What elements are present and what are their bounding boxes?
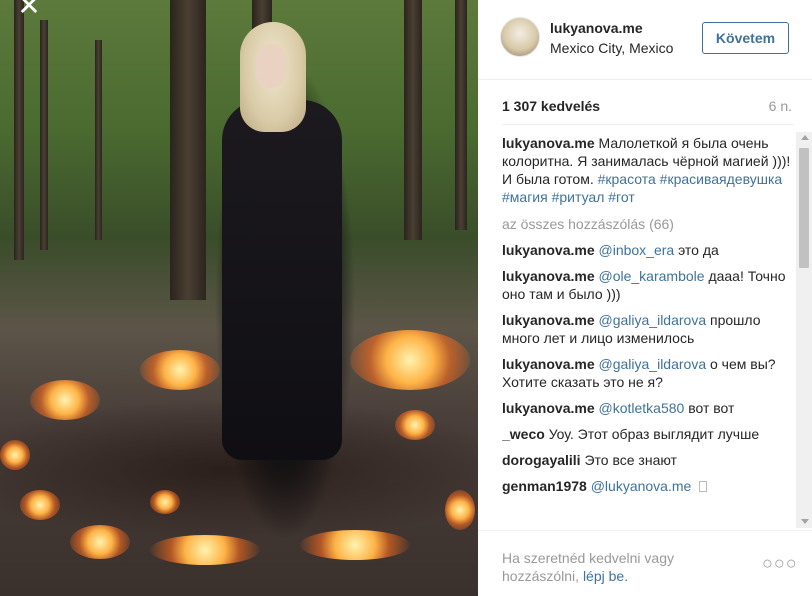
fire-glow <box>150 535 260 565</box>
likes-row: 1 307 kedvelés 6 n. <box>502 98 792 118</box>
comment-username[interactable]: lukyanova.me <box>502 356 595 372</box>
fire-glow <box>70 525 130 559</box>
post-footer: Ha szeretnéd kedvelni vagy hozzászólni, … <box>478 530 812 596</box>
tree-trunk <box>14 0 24 260</box>
comment-text: это да <box>678 242 719 258</box>
author-username[interactable]: lukyanova.me <box>550 20 643 36</box>
comment-username[interactable]: genman1978 <box>502 478 587 494</box>
caption: lukyanova.me Малолеткой я была очень кол… <box>502 134 792 206</box>
comment-mention[interactable]: @galiya_ildarova <box>599 312 707 328</box>
comment: lukyanova.me @kotletka580 вот вот <box>502 399 792 417</box>
comment-username[interactable]: dorogayalili <box>502 452 581 468</box>
comment-text: Это все знают <box>584 452 677 468</box>
post-header: lukyanova.me Mexico City, Mexico Követem <box>478 0 812 80</box>
comment: lukyanova.me @inbox_era это да <box>502 241 792 259</box>
comments-list: lukyanova.me Малолеткой я была очень кол… <box>502 134 792 528</box>
hashtag[interactable]: #магия <box>502 189 548 205</box>
tree-trunk <box>404 0 422 240</box>
comment-username[interactable]: _weco <box>502 426 545 442</box>
figure-dress <box>222 100 342 460</box>
follow-button[interactable]: Követem <box>702 22 789 54</box>
comment-text: Уоу. Этот образ выглядит лучше <box>548 426 760 442</box>
fire-glow <box>140 350 220 390</box>
fire-glow <box>150 490 180 514</box>
comment-username[interactable]: lukyanova.me <box>502 400 595 416</box>
all-comments-link[interactable]: az összes hozzászólás (66) <box>502 215 792 233</box>
comment: lukyanova.me @galiya_ildarova о чем вы? … <box>502 355 792 391</box>
hashtag[interactable]: #гот <box>608 189 634 205</box>
comment-mention[interactable]: @ole_karambole <box>599 268 705 284</box>
comment-text: вот вот <box>688 400 735 416</box>
figure-face <box>255 44 287 88</box>
avatar[interactable] <box>500 17 540 57</box>
post-time[interactable]: 6 n. <box>769 98 792 114</box>
close-icon[interactable]: ✕ <box>14 0 44 20</box>
post-photo[interactable]: ✕ <box>0 0 478 596</box>
comment: dorogayalili Это все знают <box>502 451 792 469</box>
comment: lukyanova.me @galiya_ildarova прошло мно… <box>502 311 792 347</box>
likes-count[interactable]: 1 307 kedvelés <box>502 98 600 114</box>
tree-trunk <box>455 0 467 230</box>
scroll-down-arrow-icon[interactable] <box>801 519 809 524</box>
tree-trunk <box>95 40 102 240</box>
fire-glow <box>445 490 475 530</box>
comment-username[interactable]: lukyanova.me <box>502 268 595 284</box>
hashtag[interactable]: #красиваядевушка <box>660 171 783 187</box>
comment-username[interactable]: lukyanova.me <box>502 312 595 328</box>
comment-mention[interactable]: @lukyanova.me <box>591 478 692 494</box>
fire-glow <box>0 440 30 470</box>
comment: genman1978 @lukyanova.me <box>502 477 792 495</box>
comment-mention[interactable]: @inbox_era <box>599 242 675 258</box>
post-location[interactable]: Mexico City, Mexico <box>550 40 673 56</box>
fire-glow <box>30 380 100 420</box>
login-prompt: Ha szeretnéd kedvelni vagy hozzászólni, … <box>502 549 732 585</box>
scroll-thumb[interactable] <box>799 148 809 268</box>
comment: _weco Уоу. Этот образ выглядит лучше <box>502 425 792 443</box>
caption-username[interactable]: lukyanova.me <box>502 135 595 151</box>
comment: lukyanova.me @ole_karambole дааа! Точно … <box>502 267 792 303</box>
fire-glow <box>395 410 435 440</box>
scroll-up-arrow-icon[interactable] <box>801 135 809 140</box>
tree-trunk <box>170 0 206 300</box>
comment-mention[interactable]: @kotletka580 <box>599 400 685 416</box>
fire-glow <box>20 490 60 520</box>
divider <box>502 124 794 125</box>
comment-username[interactable]: lukyanova.me <box>502 242 595 258</box>
square-glyph-icon <box>699 481 708 492</box>
comments-scrollbar[interactable] <box>796 132 812 528</box>
tree-trunk <box>40 20 48 250</box>
hashtag[interactable]: #ритуал <box>552 189 605 205</box>
hashtag[interactable]: #красота <box>598 171 656 187</box>
post-side-panel: lukyanova.me Mexico City, Mexico Követem… <box>478 0 812 596</box>
comment-mention[interactable]: @galiya_ildarova <box>599 356 707 372</box>
fire-glow <box>300 530 410 560</box>
fire-glow <box>350 330 470 390</box>
more-options-icon[interactable]: ○○○ <box>762 553 798 574</box>
login-link[interactable]: lépj be. <box>583 568 628 584</box>
